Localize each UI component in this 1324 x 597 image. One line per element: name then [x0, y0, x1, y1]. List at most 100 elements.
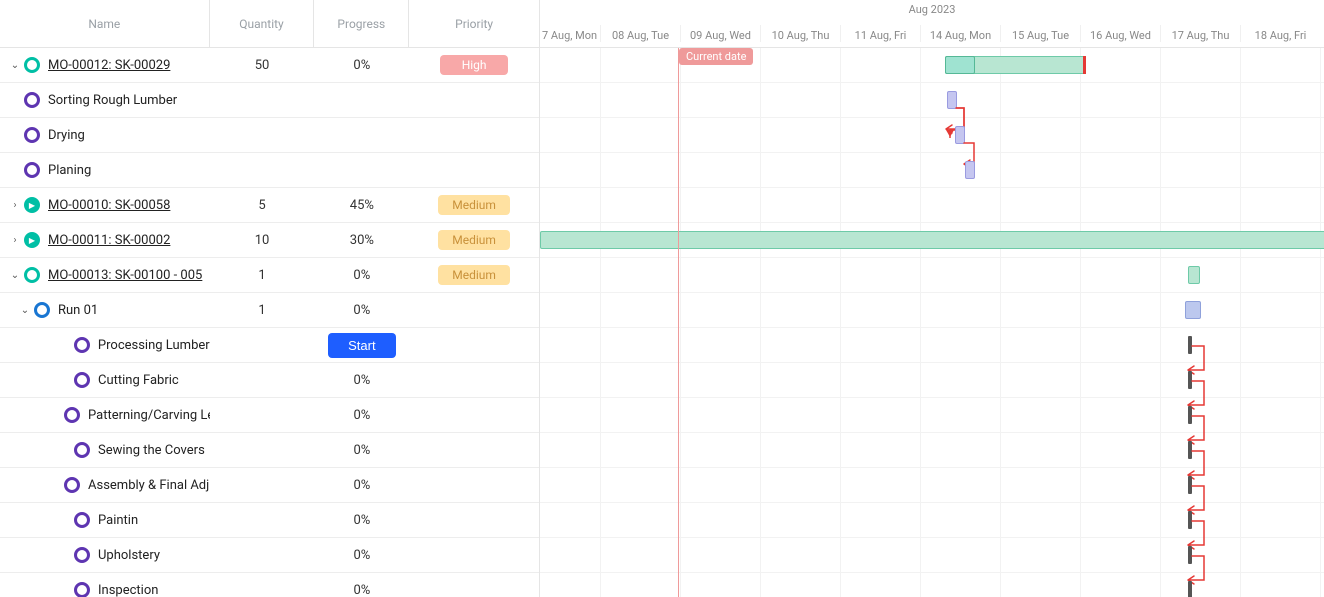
cell-progress: 0%	[314, 268, 409, 283]
current-date-tag: Current date	[679, 48, 753, 65]
gantt-bar-mo00012-end	[1083, 56, 1086, 74]
timeline-day: 09 Aug, Wed	[680, 25, 760, 42]
task-label: Cutting Fabric	[98, 373, 179, 388]
table-row[interactable]: Assembly & Final Adju 0%	[0, 468, 539, 503]
cell-quantity: 5	[210, 198, 315, 213]
cell-progress: 0%	[314, 513, 409, 528]
timeline-day: 17 Aug, Thu	[1160, 25, 1240, 42]
timeline-day: 11 Aug, Fri	[840, 25, 920, 42]
gantt-milestone-tick[interactable]	[1188, 581, 1192, 597]
timeline-month: Aug 2023	[540, 3, 1324, 16]
chevron-down-icon[interactable]: ⌄	[10, 60, 20, 71]
table-row[interactable]: Patterning/Carving Le 0%	[0, 398, 539, 433]
chevron-right-icon[interactable]: ›	[10, 235, 20, 246]
task-label: Processing Lumber	[98, 338, 210, 353]
cell-progress: 45%	[314, 198, 409, 213]
gantt-bar-planing[interactable]	[965, 161, 975, 179]
cell-quantity: 50	[210, 58, 315, 73]
task-label: Patterning/Carving Le	[88, 408, 210, 423]
purple-ring-icon	[24, 92, 40, 108]
timeline-day: 08 Aug, Tue	[600, 25, 680, 42]
purple-ring-icon	[74, 547, 90, 563]
chevron-down-icon[interactable]: ⌄	[20, 305, 30, 316]
table-row[interactable]: Inspection 0%	[0, 573, 539, 597]
gantt-bar-mo00013[interactable]	[1188, 266, 1200, 284]
teal-play-icon: ▶	[24, 197, 40, 213]
table-row[interactable]: › ▶ MO-00010: SK-00058 545% Medium	[0, 188, 539, 223]
start-button[interactable]: Start	[328, 333, 395, 358]
teal-play-icon: ▶	[24, 232, 40, 248]
col-header-quantity: Quantity	[210, 0, 315, 47]
task-label: Sewing the Covers	[98, 443, 205, 458]
left-panel: Name Quantity Progress Priority ⌄ MO-0001…	[0, 0, 540, 597]
cell-progress: 30%	[314, 233, 409, 248]
dependency-link-icon	[1174, 478, 1214, 518]
cell-progress: 0%	[314, 583, 409, 597]
table-row[interactable]: Paintin 0%	[0, 503, 539, 538]
cell-progress: 0%	[314, 548, 409, 563]
cell-progress: 0%	[314, 373, 409, 388]
mo-link[interactable]: MO-00013: SK-00100 - 005	[48, 268, 202, 283]
priority-badge: High	[440, 55, 508, 75]
mo-link[interactable]: MO-00011: SK-00002	[48, 233, 170, 248]
teal-ring-icon	[24, 267, 40, 283]
cell-priority: High	[409, 55, 539, 75]
rows-container: ⌄MO-00012: SK-00029500%HighSorting Rough…	[0, 48, 539, 597]
cell-progress: 0%	[314, 478, 409, 493]
purple-ring-icon	[74, 442, 90, 458]
purple-ring-icon	[24, 162, 40, 178]
table-row[interactable]: ⌄Run 0110%	[0, 293, 539, 328]
table-row[interactable]: ⌄ MO-00013: SK-00100 - 005 10% Medium	[0, 258, 539, 293]
table-row[interactable]: ⌄ MO-00012: SK-00029 500% High	[0, 48, 539, 83]
chevron-right-icon[interactable]: ›	[10, 200, 20, 211]
task-label: Drying	[48, 128, 85, 143]
timeline-day: 14 Aug, Mon	[920, 25, 1000, 42]
task-label: Run 01	[58, 303, 98, 318]
timeline-day: 7 Aug, Mon	[540, 25, 600, 42]
cell-progress: 0%	[314, 58, 409, 73]
cell-quantity: 10	[210, 233, 315, 248]
table-row[interactable]: Planing	[0, 153, 539, 188]
task-label: Paintin	[98, 513, 138, 528]
gantt-bar-run01[interactable]	[1185, 301, 1201, 319]
cell-progress: Start	[314, 333, 409, 358]
mo-link[interactable]: MO-00012: SK-00029	[48, 58, 170, 73]
purple-ring-icon	[74, 337, 90, 353]
task-label: Inspection	[98, 583, 158, 597]
task-label: Upholstery	[98, 548, 160, 563]
purple-ring-icon	[64, 477, 80, 493]
table-row[interactable]: Processing Lumber Start	[0, 328, 539, 363]
table-row[interactable]: › ▶ MO-00011: SK-00002 1030%Medium	[0, 223, 539, 258]
task-label: Sorting Rough Lumber	[48, 93, 177, 108]
task-label: Assembly & Final Adju	[88, 478, 210, 493]
timeline-day: 10 Aug, Thu	[760, 25, 840, 42]
table-row[interactable]: Sorting Rough Lumber	[0, 83, 539, 118]
timeline-day: 16 Aug, Wed	[1080, 25, 1160, 42]
cell-quantity: 1	[210, 268, 315, 283]
dependency-link-icon	[1174, 408, 1214, 448]
column-headers: Name Quantity Progress Priority	[0, 0, 539, 48]
table-row[interactable]: Sewing the Covers 0%	[0, 433, 539, 468]
col-header-progress: Progress	[314, 0, 409, 47]
cell-priority: Medium	[409, 265, 539, 285]
cell-priority: Medium	[409, 230, 539, 250]
priority-badge: Medium	[438, 195, 510, 215]
blue-ring-icon	[34, 302, 50, 318]
table-row[interactable]: Upholstery 0%	[0, 538, 539, 573]
timeline-day: 15 Aug, Tue	[1000, 25, 1080, 42]
task-label: Planing	[48, 163, 91, 178]
cell-progress: 0%	[314, 443, 409, 458]
table-row[interactable]: Drying	[0, 118, 539, 153]
dependency-link-icon	[1174, 513, 1214, 553]
gantt-body[interactable]: Current date	[540, 48, 1324, 597]
mo-link[interactable]: MO-00010: SK-00058	[48, 198, 170, 213]
table-row[interactable]: Cutting Fabric 0%	[0, 363, 539, 398]
purple-ring-icon	[24, 127, 40, 143]
gantt-bar-mo00012-progress	[945, 56, 975, 74]
chevron-down-icon[interactable]: ⌄	[10, 270, 20, 281]
cell-progress: 0%	[314, 408, 409, 423]
timeline-days: 7 Aug, Mon08 Aug, Tue09 Aug, Wed10 Aug, …	[540, 25, 1320, 42]
gantt-bar-mo00011[interactable]	[540, 231, 1324, 249]
timeline-day: 18 Aug, Fri	[1240, 25, 1320, 42]
priority-badge: Medium	[438, 265, 510, 285]
